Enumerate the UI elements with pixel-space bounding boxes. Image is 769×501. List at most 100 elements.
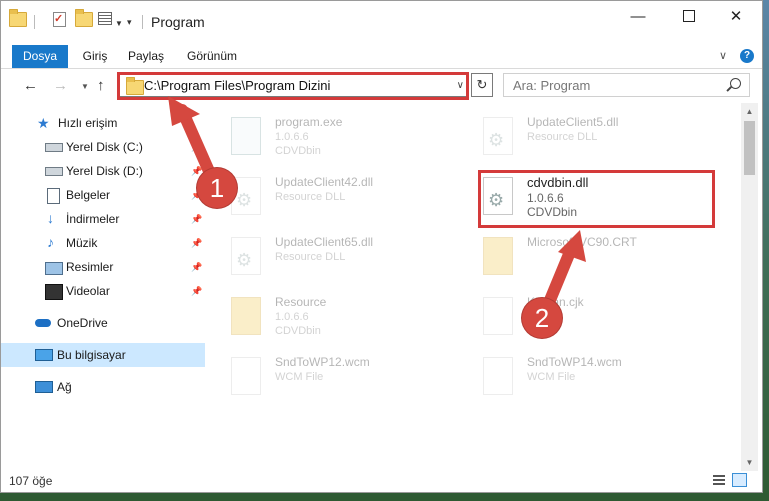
pin-icon[interactable]: 📌 [191,142,202,153]
item-count: 107 öğe [9,474,53,488]
file-item[interactable]: program.exe 1.0.6.6 CDVDbin [219,111,449,167]
window-title: Program [151,14,205,30]
computer-icon [35,349,53,361]
pin-icon[interactable]: 📌 [191,214,202,225]
sidebar-item-network[interactable]: Ağ [1,375,205,399]
file-name: program.exe [275,115,343,129]
file-icon [483,357,513,395]
file-name: SndToWP12.wcm [275,355,370,369]
expand-ribbon-icon[interactable]: ∨ [719,49,727,62]
file-detail: WCM File [527,371,576,383]
sidebar-item-videos[interactable]: Videolar 📌 [1,279,205,303]
downloads-icon: ↓ [47,210,54,226]
tab-home[interactable]: Giriş [80,45,110,68]
file-name: UpdateClient42.dll [275,175,374,189]
sidebar-item-quick-access[interactable]: ★ Hızlı erişim [1,111,205,135]
minimize-button[interactable]: — [615,1,661,31]
properties-icon[interactable] [98,12,112,25]
sidebar-item-downloads[interactable]: ↓ İndirmeler 📌 [1,207,205,231]
sidebar-item-label: Hızlı erişim [58,116,118,130]
file-name: UpdateClient5.dll [527,115,619,129]
status-bar: 107 öğe [1,469,762,492]
properties-check-icon[interactable]: ✓ [53,12,66,27]
file-item[interactable]: UpdateClient65.dll Resource DLL [219,231,449,287]
file-detail: Resource DLL [275,251,346,263]
sidebar-item-label: Ağ [57,380,72,394]
file-highlight-box [478,170,715,228]
tab-file[interactable]: Dosya [12,45,68,68]
sidebar-item-drive-c[interactable]: Yerel Disk (C:) 📌 [1,135,205,159]
sidebar-item-this-pc[interactable]: Bu bilgisayar [1,343,205,367]
scroll-up-icon[interactable]: ▲ [741,103,758,120]
sidebar-item-music[interactable]: ♪ Müzik 📌 [1,231,205,255]
forward-arrow-icon[interactable]: → [53,77,68,94]
file-detail: WCM File [275,371,324,383]
pin-icon[interactable]: 📌 [191,262,202,273]
step-1-badge: 1 [197,168,237,208]
details-view-icon[interactable] [713,475,725,486]
address-highlight-box [117,72,469,100]
sidebar-item-label: Bu bilgisayar [57,348,126,362]
file-name: Resource [275,295,327,309]
documents-icon [47,188,60,204]
sidebar-item-label: Yerel Disk (C:) [66,140,143,154]
toolbar-separator [142,15,143,29]
refresh-button[interactable]: ↻ [471,73,493,97]
file-detail: Resource DLL [275,191,346,203]
help-icon[interactable]: ? [740,49,754,63]
file-name: Microsoft.VC90.CRT [527,235,637,249]
folder-icon [483,237,513,275]
file-list: program.exe 1.0.6.6 CDVDbin UpdateClient… [219,103,739,463]
file-item[interactable]: SndToWP12.wcm WCM File [219,351,449,407]
pin-icon[interactable]: 📌 [191,238,202,249]
maximize-button[interactable] [666,1,712,31]
large-icons-view-icon[interactable] [732,473,747,487]
back-arrow-icon[interactable]: ← [23,77,38,94]
sidebar-item-pictures[interactable]: Resimler 📌 [1,255,205,279]
recent-locations-icon[interactable]: ▼ [81,82,89,91]
tab-share[interactable]: Paylaş [123,45,169,68]
file-item[interactable]: UpdateClient5.dll Resource DLL [471,111,701,167]
customize-toolbar-icon[interactable]: ▾ [127,17,132,28]
dll-file-icon [231,237,261,275]
step-2-badge: 2 [522,298,562,338]
chevron-down-icon[interactable]: ▼ [115,19,123,28]
file-detail: CDVDbin [275,145,321,157]
search-placeholder: Ara: Program [513,78,591,93]
file-item[interactable]: UpdateClient42.dll Resource DLL [219,171,449,227]
sidebar-item-drive-d[interactable]: Yerel Disk (D:) 📌 [1,159,205,183]
tab-view[interactable]: Görünüm [181,45,243,68]
executable-file-icon [231,117,261,155]
vertical-scrollbar[interactable]: ▲ ▼ [741,103,758,471]
sidebar-item-onedrive[interactable]: OneDrive [1,311,205,335]
network-icon [35,381,53,393]
search-input[interactable]: Ara: Program [503,73,750,97]
file-item[interactable]: Microsoft.VC90.CRT [471,231,701,287]
dll-file-icon [483,117,513,155]
file-detail: CDVDbin [275,325,321,337]
onedrive-icon [35,319,51,327]
file-item[interactable]: Kitsilan.cjk [471,291,701,347]
file-detail: Resource DLL [527,131,598,143]
file-item[interactable]: Resource 1.0.6.6 CDVDbin [219,291,449,347]
file-name: SndToWP14.wcm [527,355,622,369]
file-detail: 1.0.6.6 [275,311,309,323]
scroll-thumb[interactable] [744,121,755,175]
sidebar-item-documents[interactable]: Belgeler 📌 [1,183,205,207]
sidebar-item-label: Resimler [66,260,114,274]
navigation-pane: ★ Hızlı erişim Yerel Disk (C:) 📌 Yerel D… [1,103,206,463]
sidebar-item-label: Belgeler [66,188,111,202]
close-button[interactable]: ✕ [713,1,759,31]
up-arrow-icon[interactable]: ↑ [97,77,105,94]
drive-icon [45,143,63,152]
file-icon [231,357,261,395]
search-icon [730,78,741,89]
sidebar-item-label: OneDrive [57,316,108,330]
file-item[interactable]: SndToWP14.wcm WCM File [471,351,701,407]
drive-icon [45,167,63,176]
file-detail: 1.0.6.6 [275,131,309,143]
sidebar-item-label: Yerel Disk (D:) [66,164,143,178]
pin-icon[interactable]: 📌 [191,286,202,297]
new-folder-icon[interactable] [75,9,93,27]
sidebar-item-label: Videolar [66,284,110,298]
